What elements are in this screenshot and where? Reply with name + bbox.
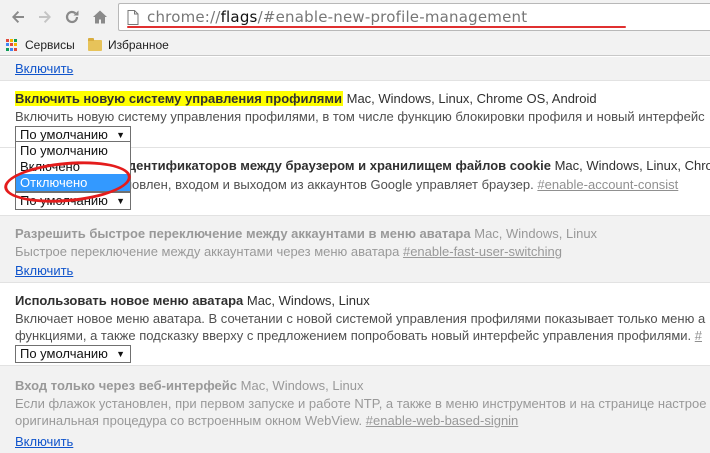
url-path: /#enable-new-profile-management [257, 8, 528, 26]
flag-platforms: Mac, Windows, Linux [240, 378, 364, 393]
flag-description-line-2: оригинальная процедура со встроенным окн… [15, 413, 363, 428]
flag-platforms: Mac, Windows, Linux [246, 293, 370, 308]
url-scheme: chrome:// [147, 8, 221, 26]
url-text[interactable]: chrome://flags/#enable-new-profile-manag… [147, 8, 527, 26]
back-icon[interactable] [10, 9, 26, 25]
flag-select[interactable]: По умолчанию ▼ [15, 192, 131, 210]
bookmarks-bar: Сервисы Избранное [0, 34, 710, 56]
browser-toolbar: chrome://flags/#enable-new-profile-manag… [0, 0, 710, 34]
enable-link[interactable]: Включить [15, 263, 73, 278]
dropdown-option[interactable]: По умолчанию [16, 142, 130, 159]
bookmark-apps-label: Сервисы [25, 38, 75, 52]
bookmark-favorites-label: Избранное [108, 38, 169, 52]
flag-platforms: Mac, Windows, Linux, Chrome OS, Android [346, 91, 597, 106]
flag-title: Использовать новое меню аватара [15, 293, 244, 308]
bookmark-apps[interactable]: Сервисы [6, 37, 75, 53]
url-host: flags [220, 8, 258, 26]
reload-icon[interactable] [64, 9, 80, 25]
bookmark-favorites[interactable]: Избранное [88, 37, 169, 53]
apps-grid-icon [6, 39, 18, 51]
flag-title: Вход только через веб-интерфейс [15, 378, 238, 393]
flag-description-line-1: Включает новое меню аватара. В сочетании… [15, 311, 706, 326]
flag-anchor-link[interactable]: # [695, 328, 702, 343]
chevron-down-icon: ▼ [116, 196, 125, 206]
flag-anchor-link[interactable]: #enable-account-consist [537, 177, 678, 192]
flag-description: Быстрое переключение между аккаунтами че… [15, 244, 400, 259]
folder-icon [88, 37, 102, 51]
flag-description: Включить новую систему управления профил… [15, 109, 705, 124]
select-value: По умолчанию [20, 127, 108, 142]
flag-fast-user-switching: Разрешить быстрое переключение между акк… [0, 215, 710, 282]
flag-new-avatar-menu: Использовать новое меню аватара Mac, Win… [0, 282, 710, 365]
flags-list: Включить Включить новую систему управлен… [0, 57, 710, 453]
chevron-down-icon: ▼ [116, 349, 125, 359]
select-value: По умолчанию [20, 346, 108, 361]
dropdown-option-selected[interactable]: Отключено [16, 174, 130, 191]
address-bar[interactable]: chrome://flags/#enable-new-profile-manag… [118, 3, 710, 31]
select-value: По умолчанию [20, 193, 108, 208]
home-icon[interactable] [92, 9, 108, 25]
enable-link[interactable]: Включить [15, 434, 73, 449]
flag-title: Включить новую систему управления профил… [15, 91, 343, 106]
flag-anchor-link[interactable]: #enable-web-based-signin [366, 413, 519, 428]
select-dropdown-list: По умолчанию Включено Отключено [15, 141, 131, 192]
flag-previous: Включить [0, 57, 710, 80]
flag-title: Разрешить быстрое переключение между акк… [15, 226, 471, 241]
forward-icon[interactable] [37, 9, 53, 25]
flag-select[interactable]: По умолчанию ▼ [15, 345, 131, 363]
flag-new-profile-management: Включить новую систему управления профил… [0, 80, 710, 147]
flag-web-based-signin: Вход только через веб-интерфейс Mac, Win… [0, 365, 710, 453]
flag-description-line-2: функциями, а также подсказку вверху с пр… [15, 328, 692, 343]
url-annotation-underline [127, 26, 626, 28]
flag-platforms: Mac, Windows, Linux, Chro [554, 158, 710, 173]
flag-anchor-link[interactable]: #enable-fast-user-switching [403, 244, 562, 259]
enable-link[interactable]: Включить [15, 61, 73, 76]
flag-description-line-1: Если флажок установлен, при первом запус… [15, 396, 707, 411]
dropdown-option[interactable]: Включено [16, 158, 130, 175]
flag-platforms: Mac, Windows, Linux [474, 226, 598, 241]
